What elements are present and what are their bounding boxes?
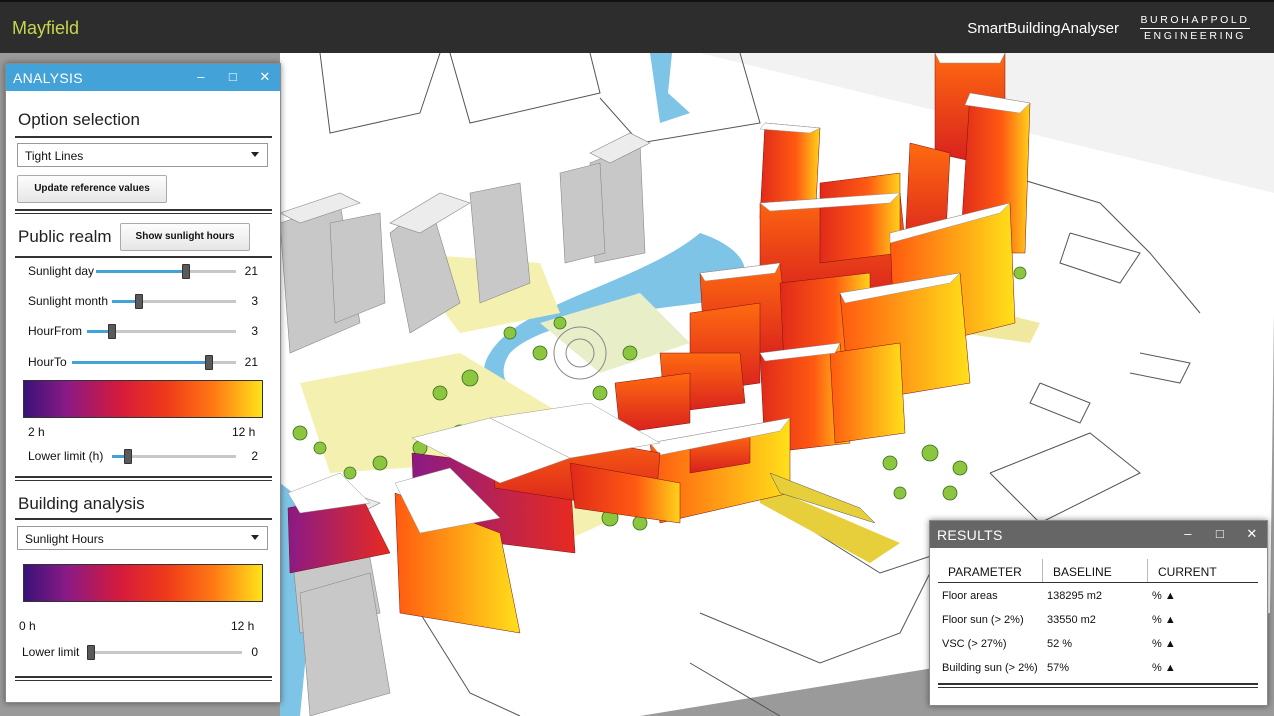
slider-fill (96, 270, 186, 273)
column-header[interactable]: BASELINE (1043, 559, 1148, 582)
slider-lower-limit: Lower limit 0 (17, 642, 272, 662)
scale-min-label: 2 h (28, 425, 45, 439)
building-analysis-dropdown-value: Sunlight Hours (25, 532, 104, 546)
slider-hour-from: HourFrom 3 (17, 321, 272, 341)
scale-max-label: 12 h (232, 425, 256, 439)
slider-sunlight-day: Sunlight day 21 (17, 261, 272, 281)
parameter-cell: Floor areas (942, 590, 998, 602)
table-row: Floor sun (> 2%) 33550 m2 % ▲ (938, 607, 1258, 631)
slider-lower-limit-h: Lower limit (h) 2 (17, 446, 272, 466)
table-row: Floor areas 138295 m2 % ▲ (938, 583, 1258, 607)
slider-track[interactable] (112, 449, 236, 464)
slider-thumb[interactable] (205, 355, 213, 370)
slider-thumb[interactable] (124, 449, 132, 464)
baseline-cell: 138295 m2 (1047, 590, 1103, 602)
product-name: SmartBuildingAnalyser (967, 20, 1119, 37)
baseline-cell: 57% (1047, 662, 1070, 674)
slider-label: Sunlight month (28, 294, 109, 308)
app-name: Mayfield (12, 18, 80, 38)
public-realm-heading: Public realm (18, 227, 112, 246)
minimize-icon[interactable]: – (1179, 524, 1197, 544)
close-icon[interactable]: ✕ (1243, 524, 1261, 544)
slider-thumb[interactable] (87, 645, 95, 660)
slider-thumb[interactable] (182, 264, 190, 279)
building-analysis-dropdown[interactable]: Sunlight Hours (17, 526, 268, 550)
slider-track[interactable] (87, 645, 242, 660)
slider-thumb[interactable] (135, 294, 143, 309)
brand-line-2: ENGINEERING (1143, 30, 1247, 42)
chevron-down-icon (251, 152, 259, 157)
brand-line-1: BUROHAPPOLD (1140, 14, 1250, 26)
baseline-cell: 33550 m2 (1047, 614, 1096, 626)
scale-min-label: 0 h (19, 619, 36, 633)
public-realm-color-scale (23, 380, 263, 418)
close-icon[interactable]: ✕ (256, 67, 274, 87)
slider-label: HourFrom (28, 324, 83, 338)
baseline-cell: 52 % (1047, 638, 1073, 650)
current-cell: % ▲ (1152, 590, 1176, 602)
divider (938, 683, 1258, 688)
divider (15, 518, 272, 520)
slider-label: Lower limit (h) (28, 449, 104, 463)
maximize-icon[interactable]: □ (1211, 524, 1229, 544)
analysis-title: ANALYSIS (13, 70, 83, 86)
slider-value: 0 (251, 645, 258, 659)
slider-value: 3 (251, 324, 258, 338)
option-dropdown-value: Tight Lines (25, 149, 84, 163)
maximize-icon[interactable]: □ (224, 67, 242, 87)
slider-track[interactable] (72, 355, 236, 370)
current-cell: % ▲ (1152, 662, 1176, 674)
column-header[interactable]: CURRENT (1148, 559, 1258, 582)
option-selection-heading: Option selection (18, 110, 140, 129)
divider (15, 676, 272, 681)
analysis-titlebar[interactable]: ANALYSIS – □ ✕ (6, 64, 280, 91)
slider-track[interactable] (87, 324, 236, 339)
slider-track[interactable] (112, 294, 236, 309)
results-title: RESULTS (937, 527, 1003, 543)
parameter-cell: VSC (> 27%) (942, 638, 1007, 650)
column-header[interactable]: PARAMETER (938, 559, 1043, 582)
current-cell: % ▲ (1152, 614, 1176, 626)
slider-value: 2 (251, 449, 258, 463)
results-titlebar[interactable]: RESULTS – □ ✕ (930, 521, 1267, 548)
table-row: Building sun (> 2%) 57% % ▲ (938, 655, 1258, 679)
update-reference-button[interactable]: Update reference values (17, 175, 167, 203)
slider-hour-to: HourTo 21 (17, 352, 272, 372)
slider-thumb[interactable] (108, 324, 116, 339)
divider (15, 209, 272, 214)
results-table-header: PARAMETER BASELINE CURRENT (938, 559, 1258, 583)
scale-max-label: 12 h (231, 619, 255, 633)
chevron-down-icon (251, 535, 259, 540)
minimize-icon[interactable]: – (192, 67, 210, 87)
title-bar: Mayfield SmartBuildingAnalyser BUROHAPPO… (0, 0, 1274, 53)
slider-value: 3 (251, 294, 258, 308)
slider-track[interactable] (96, 264, 236, 279)
slider-label: Lower limit (22, 645, 80, 659)
divider (15, 476, 272, 481)
slider-value: 21 (244, 355, 258, 369)
divider (15, 256, 272, 258)
analysis-panel: ANALYSIS – □ ✕ Option selection Tight Li… (5, 63, 281, 703)
slider-value: 21 (244, 264, 258, 278)
current-cell: % ▲ (1152, 638, 1176, 650)
slider-label: HourTo (28, 355, 67, 369)
option-dropdown[interactable]: Tight Lines (17, 143, 268, 167)
results-table: PARAMETER BASELINE CURRENT Floor areas 1… (938, 559, 1258, 679)
burohappold-logo: BUROHAPPOLD ENGINEERING (1136, 14, 1254, 43)
table-row: VSC (> 27%) 52 % % ▲ (938, 631, 1258, 655)
slider-fill (72, 361, 209, 364)
slider-sunlight-month: Sunlight month 3 (17, 291, 272, 311)
parameter-cell: Building sun (> 2%) (942, 662, 1038, 674)
results-panel: RESULTS – □ ✕ PARAMETER BASELINE CURRENT… (929, 520, 1268, 706)
building-analysis-heading: Building analysis (18, 494, 145, 513)
slider-label: Sunlight day (28, 264, 95, 278)
divider (15, 136, 272, 138)
parameter-cell: Floor sun (> 2%) (942, 614, 1024, 626)
building-color-scale (23, 564, 263, 602)
show-sunlight-hours-button[interactable]: Show sunlight hours (120, 223, 250, 251)
